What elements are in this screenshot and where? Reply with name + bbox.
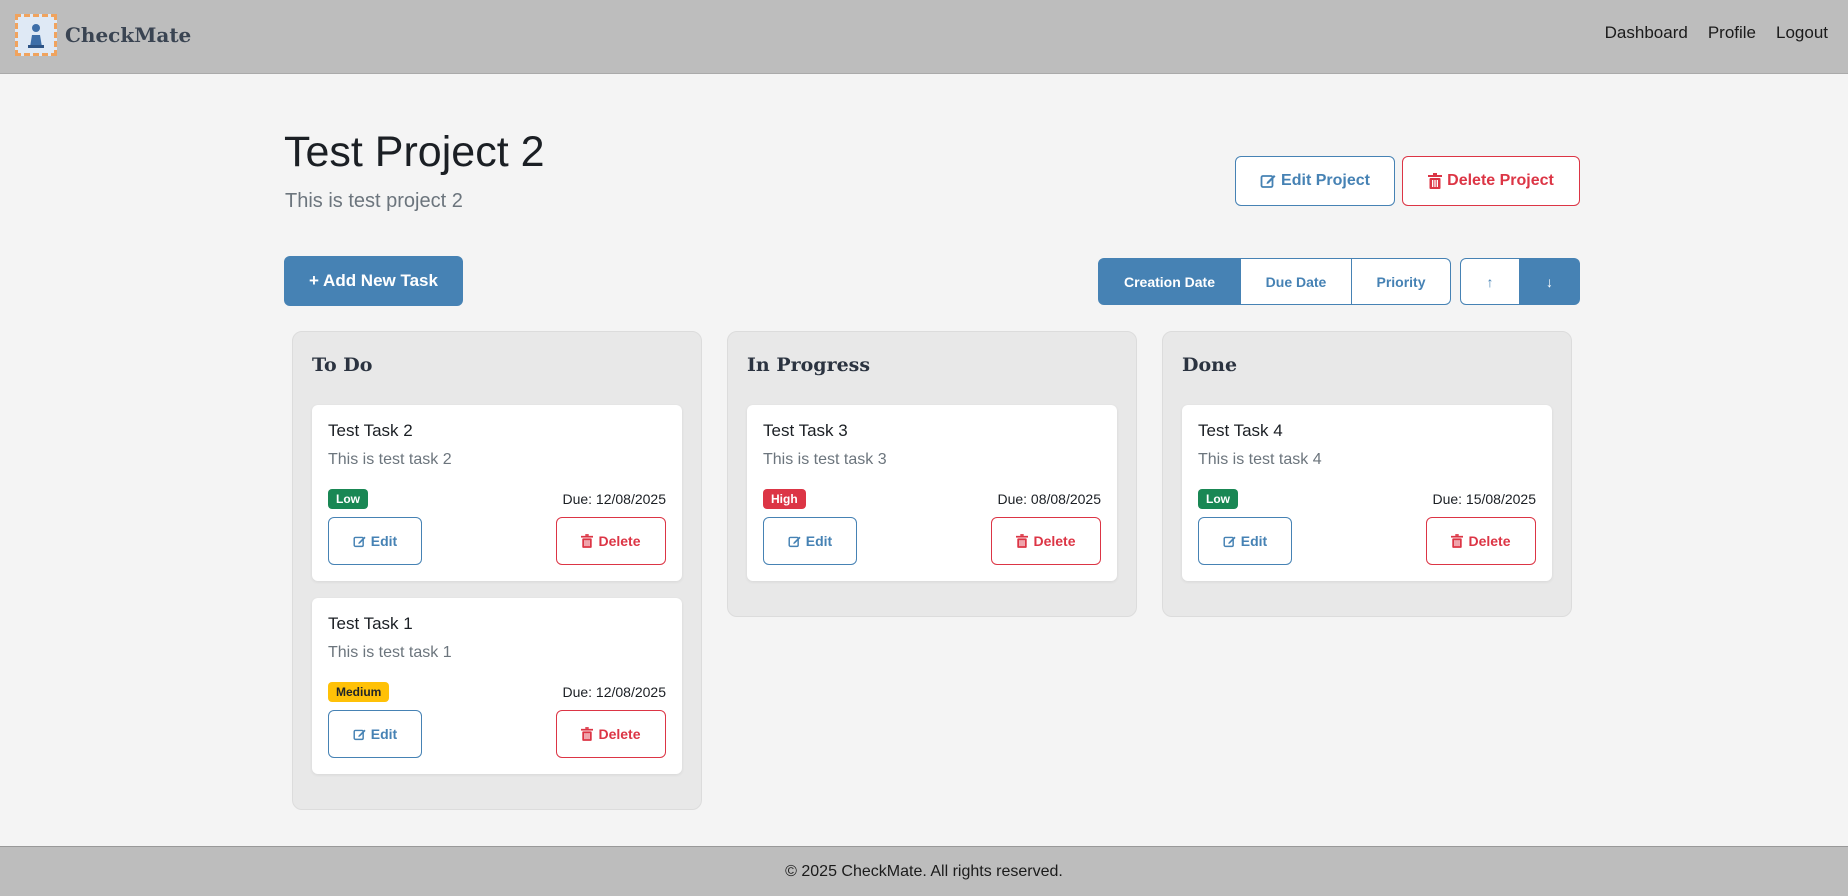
edit-icon — [1260, 173, 1276, 189]
edit-task-button[interactable]: Edit — [328, 517, 422, 565]
sort-ascending-button[interactable]: ↑ — [1460, 258, 1520, 305]
footer-text: © 2025 CheckMate. All rights reserved. — [785, 862, 1063, 880]
task-title: Test Task 4 — [1198, 421, 1283, 440]
trash-icon — [1451, 534, 1464, 548]
priority-badge: High — [763, 489, 806, 509]
edit-task-label: Edit — [370, 726, 398, 742]
navbar: CheckMate Dashboard Profile Logout — [0, 0, 1848, 74]
task-description: This is test task 1 — [328, 644, 452, 661]
column-title: Done — [1182, 354, 1238, 376]
column-to-do: To Do Test Task 2 This is test task 2 Lo… — [292, 331, 702, 810]
nav-links: Dashboard Profile Logout — [1605, 23, 1848, 43]
edit-icon — [1223, 535, 1236, 548]
edit-task-label: Edit — [1240, 533, 1268, 549]
page-title: Test Project 2 — [284, 128, 545, 176]
trash-icon — [581, 727, 594, 741]
task-description: This is test task 4 — [1198, 451, 1322, 468]
task-description: This is test task 3 — [763, 451, 887, 468]
edit-icon — [788, 535, 801, 548]
task-card[interactable]: Test Task 1 This is test task 1 Medium D… — [312, 598, 682, 774]
delete-task-label: Delete — [598, 726, 641, 742]
sort-priority-button[interactable]: Priority — [1352, 258, 1451, 305]
task-due-date: Due: 08/08/2025 — [997, 491, 1101, 507]
project-description: This is test project 2 — [285, 190, 463, 212]
trash-icon — [1428, 173, 1443, 189]
task-title: Test Task 1 — [328, 614, 413, 633]
edit-task-label: Edit — [805, 533, 833, 549]
edit-project-label: Edit Project — [1281, 172, 1370, 189]
task-description: This is test task 2 — [328, 451, 452, 468]
column-title: To Do — [312, 354, 373, 376]
task-card[interactable]: Test Task 4 This is test task 4 Low Due:… — [1182, 405, 1552, 581]
sort-options: Creation Date Due Date Priority — [1098, 258, 1451, 305]
brand[interactable]: CheckMate — [15, 14, 191, 56]
sort-due-date-button[interactable]: Due Date — [1241, 258, 1352, 305]
edit-task-button[interactable]: Edit — [328, 710, 422, 758]
edit-icon — [353, 728, 366, 741]
arrow-down-icon: ↓ — [1546, 273, 1553, 290]
sort-order: ↑ ↓ — [1460, 258, 1580, 305]
task-card[interactable]: Test Task 3 This is test task 3 High Due… — [747, 405, 1117, 581]
delete-project-label: Delete Project — [1447, 172, 1554, 189]
edit-task-button[interactable]: Edit — [763, 517, 857, 565]
nav-link-dashboard[interactable]: Dashboard — [1605, 23, 1688, 43]
arrow-up-icon: ↑ — [1486, 273, 1494, 290]
delete-task-button[interactable]: Delete — [1426, 517, 1536, 565]
edit-task-button[interactable]: Edit — [1198, 517, 1292, 565]
priority-badge: Low — [1198, 489, 1238, 509]
sort-creation-date-button[interactable]: Creation Date — [1098, 258, 1241, 305]
trash-icon — [581, 534, 594, 548]
task-card[interactable]: Test Task 2 This is test task 2 Low Due:… — [312, 405, 682, 581]
delete-task-button[interactable]: Delete — [556, 517, 666, 565]
delete-task-label: Delete — [598, 533, 641, 549]
delete-project-button[interactable]: Delete Project — [1402, 156, 1580, 206]
trash-icon — [1016, 534, 1029, 548]
edit-task-label: Edit — [370, 533, 398, 549]
task-title: Test Task 3 — [763, 421, 848, 440]
task-title: Test Task 2 — [328, 421, 413, 440]
nav-link-logout[interactable]: Logout — [1776, 23, 1828, 43]
delete-task-label: Delete — [1468, 533, 1511, 549]
footer: © 2025 CheckMate. All rights reserved. — [0, 846, 1848, 896]
task-due-date: Due: 12/08/2025 — [562, 684, 666, 700]
checkmate-logo-icon — [15, 14, 57, 56]
priority-badge: Medium — [328, 682, 390, 702]
delete-task-button[interactable]: Delete — [991, 517, 1101, 565]
nav-link-profile[interactable]: Profile — [1708, 23, 1756, 43]
column-in-progress: In Progress Test Task 3 This is test tas… — [727, 331, 1137, 617]
edit-project-button[interactable]: Edit Project — [1235, 156, 1395, 206]
add-new-task-button[interactable]: + Add New Task — [284, 256, 463, 306]
delete-task-button[interactable]: Delete — [556, 710, 666, 758]
sort-descending-button[interactable]: ↓ — [1520, 258, 1580, 305]
task-due-date: Due: 12/08/2025 — [562, 491, 666, 507]
brand-name: CheckMate — [65, 23, 192, 47]
column-title: In Progress — [747, 354, 871, 376]
delete-task-label: Delete — [1033, 533, 1076, 549]
priority-badge: Low — [328, 489, 368, 509]
column-done: Done Test Task 4 This is test task 4 Low… — [1162, 331, 1572, 617]
edit-icon — [353, 535, 366, 548]
task-due-date: Due: 15/08/2025 — [1432, 491, 1536, 507]
